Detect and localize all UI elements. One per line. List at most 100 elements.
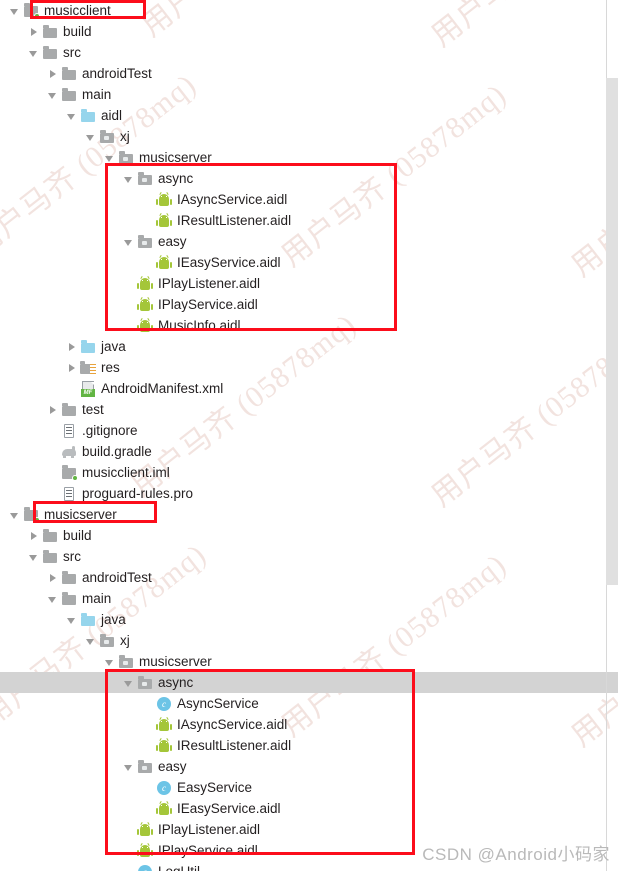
chevron-down-icon[interactable] bbox=[8, 508, 21, 521]
tree-row[interactable]: musicserver bbox=[0, 504, 618, 525]
tree-row-label: java bbox=[101, 612, 126, 627]
tree-row-label: build bbox=[63, 528, 92, 543]
tree-row[interactable]: androidTest bbox=[0, 63, 618, 84]
tree-row-label: musicserver bbox=[139, 654, 212, 669]
chevron-down-icon[interactable] bbox=[122, 235, 135, 248]
tree-row-label: easy bbox=[158, 759, 187, 774]
tree-row[interactable]: musicserver bbox=[0, 651, 618, 672]
tree-row-label: IAsyncService.aidl bbox=[177, 192, 288, 207]
tree-row[interactable]: IPlayListener.aidl bbox=[0, 819, 618, 840]
tree-row[interactable]: main bbox=[0, 84, 618, 105]
chevron-right-icon[interactable] bbox=[46, 403, 59, 416]
chevron-down-icon[interactable] bbox=[122, 760, 135, 773]
chevron-right-icon[interactable] bbox=[46, 67, 59, 80]
chevron-right-icon[interactable] bbox=[46, 571, 59, 584]
tree-row[interactable]: c AsyncService bbox=[0, 693, 618, 714]
java-class-icon: c bbox=[156, 780, 173, 796]
tree-row[interactable]: MF AndroidManifest.xml bbox=[0, 378, 618, 399]
tree-row[interactable]: musicserver bbox=[0, 147, 618, 168]
tree-row[interactable]: main bbox=[0, 588, 618, 609]
chevron-right-icon[interactable] bbox=[27, 25, 40, 38]
tree-row-label: main bbox=[82, 591, 112, 606]
tree-row-label: IAsyncService.aidl bbox=[177, 717, 288, 732]
tree-row[interactable]: src bbox=[0, 546, 618, 567]
chevron-down-icon[interactable] bbox=[27, 46, 40, 59]
tree-row[interactable]: IAsyncService.aidl bbox=[0, 714, 618, 735]
chevron-down-icon[interactable] bbox=[65, 109, 78, 122]
aidl-icon bbox=[156, 800, 173, 817]
tree-row[interactable]: IPlayService.aidl bbox=[0, 294, 618, 315]
text-file-icon bbox=[61, 486, 78, 502]
tree-row[interactable]: IEasyService.aidl bbox=[0, 798, 618, 819]
tree-row-label: src bbox=[63, 549, 81, 564]
chevron-right-icon[interactable] bbox=[65, 340, 78, 353]
chevron-down-icon[interactable] bbox=[122, 676, 135, 689]
package-icon bbox=[137, 759, 154, 775]
tree-row-label: java bbox=[101, 339, 126, 354]
aidl-icon bbox=[137, 275, 154, 292]
folder-icon bbox=[42, 549, 59, 565]
tree-row[interactable]: musicclient bbox=[0, 0, 618, 21]
tree-row[interactable]: aidl bbox=[0, 105, 618, 126]
gradle-icon bbox=[61, 444, 78, 460]
tree-row[interactable]: async bbox=[0, 168, 618, 189]
tree-row[interactable]: IResultListener.aidl bbox=[0, 210, 618, 231]
tree-row[interactable]: easy bbox=[0, 231, 618, 252]
tree-row-label: IPlayService.aidl bbox=[158, 843, 258, 858]
tree-row[interactable]: test bbox=[0, 399, 618, 420]
tree-row[interactable]: java bbox=[0, 609, 618, 630]
tree-row[interactable]: proguard-rules.pro bbox=[0, 483, 618, 504]
tree-row[interactable]: IResultListener.aidl bbox=[0, 735, 618, 756]
java-class-icon: c bbox=[137, 864, 154, 871]
tree-row-label: IResultListener.aidl bbox=[177, 738, 292, 753]
tree-row-label: async bbox=[158, 675, 194, 690]
tree-row[interactable]: async bbox=[0, 672, 618, 693]
folder-icon bbox=[42, 24, 59, 40]
tree-row[interactable]: easy bbox=[0, 756, 618, 777]
manifest-icon: MF bbox=[80, 380, 97, 397]
aidl-icon bbox=[156, 191, 173, 208]
tree-row[interactable]: build.gradle bbox=[0, 441, 618, 462]
chevron-down-icon[interactable] bbox=[8, 4, 21, 17]
chevron-right-icon[interactable] bbox=[27, 529, 40, 542]
folder-icon bbox=[61, 570, 78, 586]
tree-row[interactable]: xj bbox=[0, 630, 618, 651]
tree-row[interactable]: .gitignore bbox=[0, 420, 618, 441]
tree-row-label: build.gradle bbox=[82, 444, 152, 459]
chevron-down-icon[interactable] bbox=[84, 130, 97, 143]
chevron-down-icon[interactable] bbox=[122, 172, 135, 185]
tree-row-label: musicclient.iml bbox=[82, 465, 170, 480]
tree-row[interactable]: build bbox=[0, 21, 618, 42]
tree-row[interactable]: res bbox=[0, 357, 618, 378]
tree-row-label: AsyncService bbox=[177, 696, 259, 711]
tree-row[interactable]: androidTest bbox=[0, 567, 618, 588]
project-file-tree[interactable]: musicclient build src androidTest main aidl xj… bbox=[0, 0, 618, 871]
vertical-scrollbar-track[interactable] bbox=[606, 0, 618, 871]
tree-row[interactable]: IAsyncService.aidl bbox=[0, 189, 618, 210]
chevron-right-icon[interactable] bbox=[65, 361, 78, 374]
chevron-down-icon[interactable] bbox=[84, 634, 97, 647]
chevron-down-icon[interactable] bbox=[103, 655, 116, 668]
chevron-down-icon[interactable] bbox=[103, 151, 116, 164]
chevron-down-icon[interactable] bbox=[65, 613, 78, 626]
tree-row[interactable]: musicclient.iml bbox=[0, 462, 618, 483]
chevron-down-icon[interactable] bbox=[27, 550, 40, 563]
tree-row[interactable]: xj bbox=[0, 126, 618, 147]
tree-row-label: xj bbox=[120, 633, 130, 648]
tree-row[interactable]: java bbox=[0, 336, 618, 357]
tree-row[interactable]: src bbox=[0, 42, 618, 63]
tree-row[interactable]: build bbox=[0, 525, 618, 546]
vertical-scrollbar-thumb[interactable] bbox=[606, 78, 618, 585]
chevron-down-icon[interactable] bbox=[46, 88, 59, 101]
tree-row[interactable]: MusicInfo.aidl bbox=[0, 315, 618, 336]
tree-row[interactable]: IEasyService.aidl bbox=[0, 252, 618, 273]
tree-row[interactable]: IPlayListener.aidl bbox=[0, 273, 618, 294]
chevron-down-icon[interactable] bbox=[46, 592, 59, 605]
tree-row[interactable]: c EasyService bbox=[0, 777, 618, 798]
